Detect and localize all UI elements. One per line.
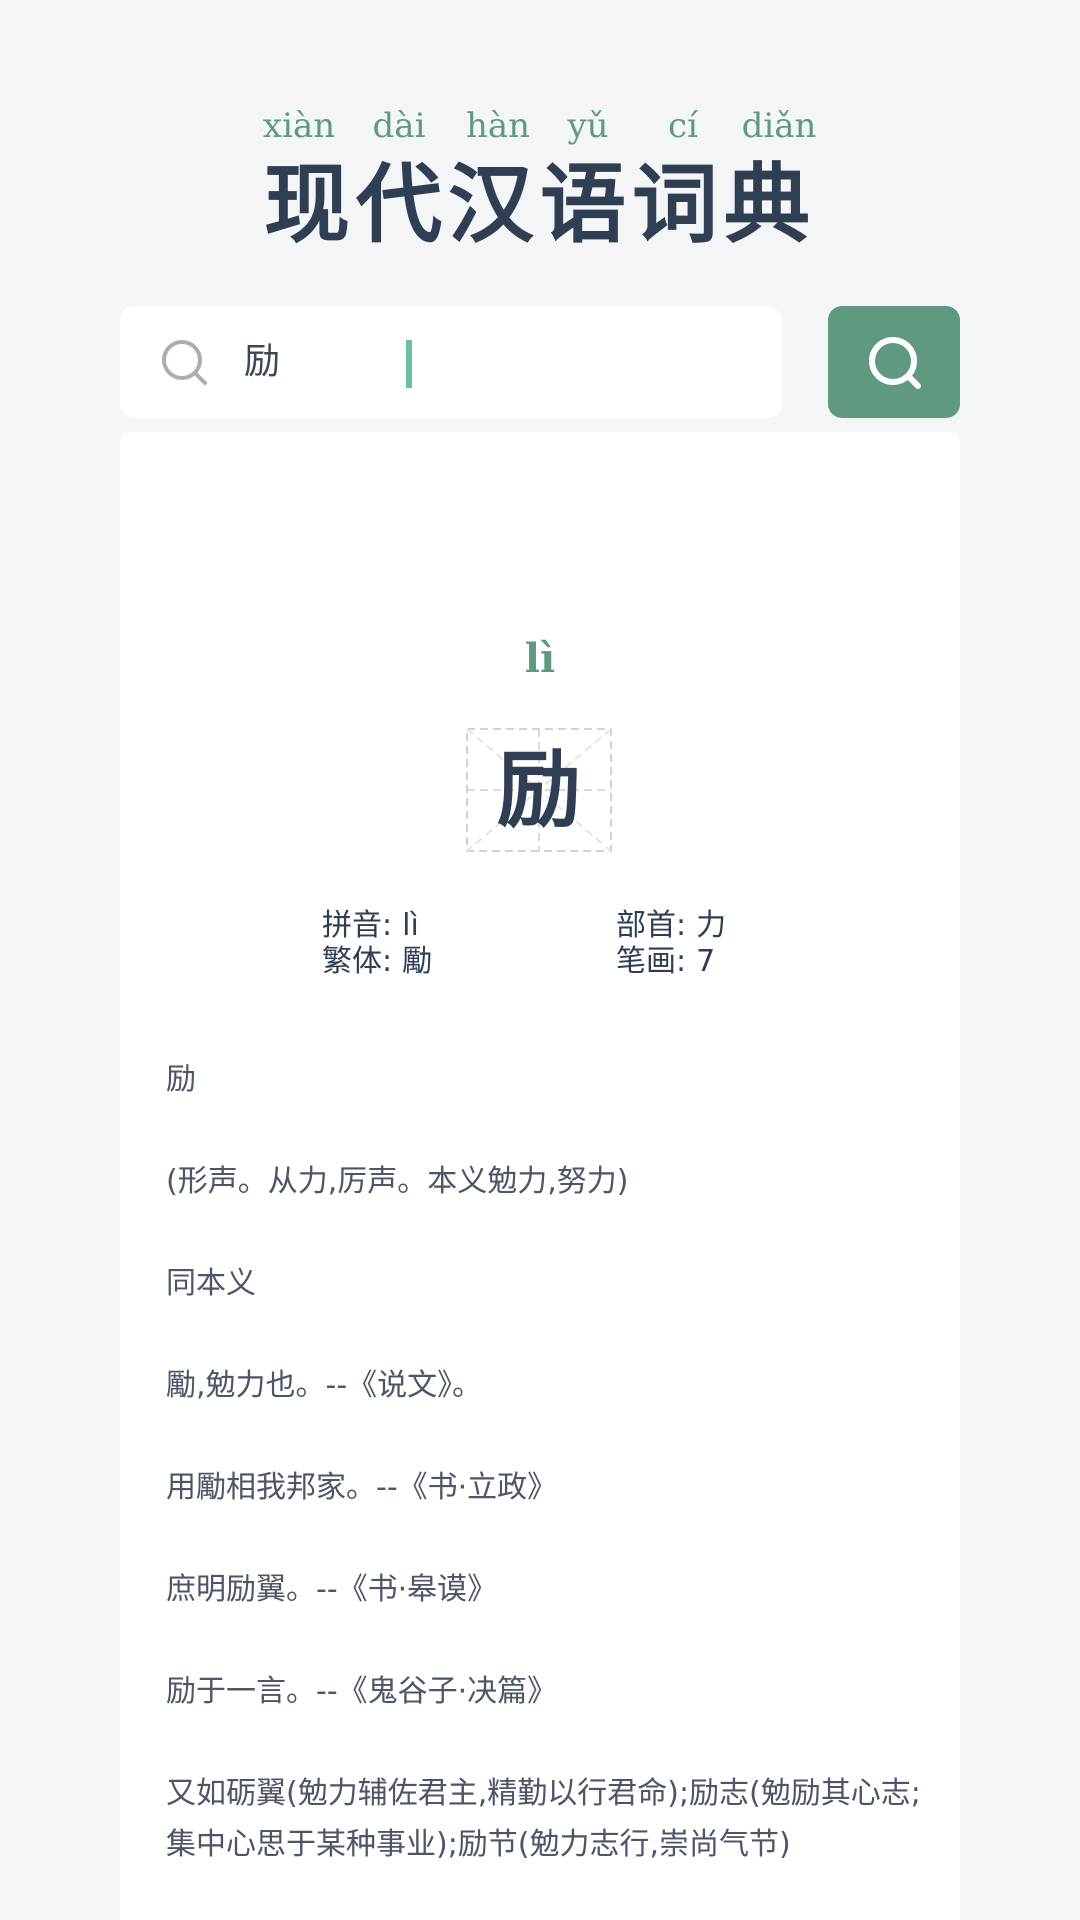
definition-paragraph: 庶明励翼。--《书·皋谟》 [166,1572,498,1607]
title-pinyin: xiàn dài hàn yǔ cí diǎn [0,106,1080,152]
info-strokes-label: 笔画: [616,944,687,979]
definition-paragraph: 又如砺翼(勉力辅佐君主,精勤以行君命);励志(勉励其心志;集中心思于某种事业);… [166,1776,921,1862]
search-icon [160,338,210,388]
text-caret [406,340,412,388]
info-radical: 部首: 力 [616,908,726,944]
character-glyph: 励 [496,740,581,839]
search-button[interactable] [828,306,960,418]
title-pinyin-syllable: yǔ [567,106,609,146]
title-pinyin-syllable: hàn [465,106,531,146]
definition-paragraph: (形声。从力,厉声。本义勉力,努力) [166,1164,629,1199]
character-grid: 励 [466,728,612,852]
title-pinyin-syllable: xiàn [262,106,336,146]
definition: 励 (形声。从力,厉声。本义勉力,努力) 同本义 勵,勉力也。--《说文》。 用… [166,1054,926,1920]
info-traditional-value: 勵 [402,944,433,979]
title-pinyin-syllable: cí [668,106,698,146]
app-header: xiàn dài hàn yǔ cí diǎn 现代汉语词典 [0,0,1080,270]
search-input[interactable]: 励 [244,334,280,390]
search-box[interactable]: 励 [120,306,782,418]
definition-paragraph: 同本义 [166,1266,256,1301]
info-traditional-label: 繁体: [322,944,393,979]
result-card: lì 励 拼音: lì 部首: 力 繁体: 勵 笔画: 7 励 (形声。从力,厉声。本义… [120,432,960,1920]
info-radical-value: 力 [696,908,727,943]
definition-paragraph: 勵,勉力也。--《说文》。 [166,1368,483,1403]
search-icon [869,337,921,389]
info-traditional: 繁体: 勵 [322,944,432,980]
info-strokes: 笔画: 7 [616,944,715,980]
title-pinyin-syllable: diǎn [741,106,817,146]
page-title: 现代汉语词典 [264,154,816,255]
info-pinyin: 拼音: lì [322,908,419,944]
definition-paragraph: 励 [166,1062,196,1097]
title-pinyin-syllable: dài [372,106,426,146]
info-radical-label: 部首: [616,908,687,943]
definition-paragraph: 用勵相我邦家。--《书·立政》 [166,1470,558,1505]
info-pinyin-value: lì [402,908,419,943]
info-strokes-value: 7 [696,944,716,979]
info-pinyin-label: 拼音: [322,908,393,943]
definition-paragraph: 励于一言。--《鬼谷子·决篇》 [166,1674,558,1709]
character-pinyin: lì [524,635,556,682]
